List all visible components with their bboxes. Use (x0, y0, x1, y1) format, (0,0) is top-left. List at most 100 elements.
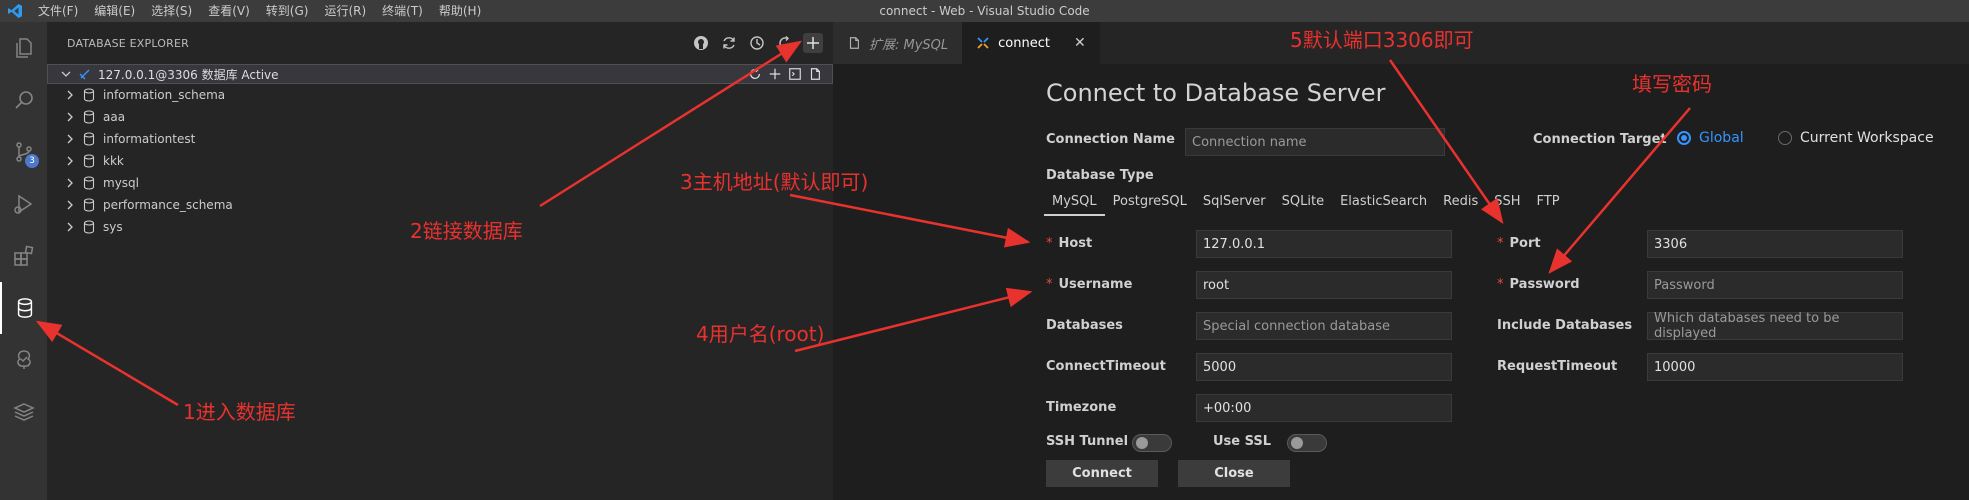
reload-icon[interactable] (775, 33, 795, 53)
dbtype-sqlserver[interactable]: SqlServer (1195, 192, 1274, 216)
connect-form: Connect to Database Server Connection Na… (833, 64, 1969, 500)
dbtype-sqlite[interactable]: SQLite (1274, 192, 1332, 216)
menu-edit[interactable]: 编辑(E) (86, 0, 143, 22)
timezone-input[interactable]: +00:00 (1196, 394, 1452, 422)
request-timeout-input[interactable]: 10000 (1647, 353, 1903, 381)
connect-button[interactable]: Connect (1046, 460, 1158, 487)
connect-timeout-label: ConnectTimeout (1046, 359, 1166, 374)
dbtype-elasticsearch[interactable]: ElasticSearch (1332, 192, 1435, 216)
menu-go[interactable]: 转到(G) (258, 0, 317, 22)
add-icon[interactable] (768, 67, 782, 81)
refresh-icon[interactable] (719, 33, 739, 53)
menu-help[interactable]: 帮助(H) (431, 0, 489, 22)
databases-input[interactable]: Special connection database (1196, 312, 1452, 340)
dbtype-ssh[interactable]: SSH (1486, 192, 1528, 216)
radio-global[interactable]: Global (1677, 130, 1744, 146)
search-icon[interactable] (0, 74, 47, 126)
history-icon[interactable] (747, 33, 767, 53)
tab-connect[interactable]: connect ✕ (962, 22, 1100, 64)
connection-row[interactable]: 127.0.0.1@3306 数据库 Active (47, 64, 833, 84)
dbtype-redis[interactable]: Redis (1435, 192, 1486, 216)
explorer-icon[interactable] (0, 22, 47, 74)
chevron-right-icon (67, 112, 73, 122)
tree-item-label: performance_schema (103, 198, 233, 212)
tree-item-label: information_schema (103, 88, 226, 102)
database-item-icon (83, 220, 95, 234)
radio-checked-icon (1677, 131, 1691, 145)
host-input[interactable]: 127.0.0.1 (1196, 230, 1452, 258)
port-label: * Port (1497, 236, 1541, 251)
database-item-icon (83, 154, 95, 168)
username-label: * Username (1046, 277, 1133, 292)
database-item-icon (83, 110, 95, 124)
sidebar-title: DATABASE EXPLORER (67, 36, 189, 50)
database-type-tabs: MySQL PostgreSQL SqlServer SQLite Elasti… (1044, 192, 1568, 216)
annotation-connect-database: 2链接数据库 (410, 219, 523, 243)
menu-terminal[interactable]: 终端(T) (374, 0, 431, 22)
request-timeout-label: RequestTimeout (1497, 359, 1618, 374)
scm-badge: 3 (25, 154, 39, 168)
close-icon[interactable]: ✕ (1074, 35, 1086, 51)
include-databases-label: Include Databases (1497, 318, 1633, 333)
menu-run[interactable]: 运行(R) (316, 0, 374, 22)
connect-icon (977, 37, 989, 49)
github-icon[interactable] (691, 33, 711, 53)
annotation-host-address: 3主机地址(默认即可) (680, 170, 869, 194)
radio-current-workspace[interactable]: Current Workspace (1778, 130, 1934, 146)
use-ssl-toggle[interactable] (1287, 434, 1327, 452)
terminal-icon[interactable] (788, 67, 802, 81)
menu-view[interactable]: 查看(V) (200, 0, 258, 22)
vscode-logo-icon (0, 0, 30, 22)
database-item-icon (83, 198, 95, 212)
annotation-username: 4用户名(root) (696, 322, 825, 346)
radio-global-label: Global (1699, 130, 1744, 146)
ssh-tunnel-toggle[interactable] (1132, 434, 1172, 452)
database-item-icon (83, 132, 95, 146)
use-ssl-label: Use SSL (1213, 434, 1272, 449)
dbtype-mysql[interactable]: MySQL (1044, 192, 1105, 216)
chevron-right-icon (67, 90, 73, 100)
password-input[interactable]: Password (1647, 271, 1903, 299)
timezone-label: Timezone (1046, 400, 1117, 415)
database-item-icon (83, 176, 95, 190)
host-label: * Host (1046, 236, 1093, 251)
refresh-connection-icon[interactable] (748, 67, 762, 81)
extensions-icon[interactable] (0, 230, 47, 282)
run-debug-icon[interactable] (0, 178, 47, 230)
connection-name-input[interactable]: Connection name (1185, 128, 1445, 156)
tab-label: 扩展: MySQL (869, 37, 949, 53)
connection-icon (79, 69, 90, 80)
tree-item-label: kkk (103, 154, 124, 168)
username-input[interactable]: root (1196, 271, 1452, 299)
connection-target-label: Connection Target (1533, 132, 1667, 147)
menu-file[interactable]: 文件(F) (30, 0, 86, 22)
chevron-right-icon (67, 200, 73, 210)
add-connection-button[interactable] (803, 33, 823, 53)
connection-name-label: Connection Name (1046, 132, 1175, 147)
tab-label: connect (998, 35, 1050, 51)
tab-extension-mysql[interactable]: 扩展: MySQL (833, 22, 963, 64)
tree-item-database[interactable]: performance_schema (47, 194, 833, 216)
radio-workspace-label: Current Workspace (1800, 130, 1934, 146)
title-bar: 文件(F) 编辑(E) 选择(S) 查看(V) 转到(G) 运行(R) 终端(T… (0, 0, 1969, 22)
tree-item-label: mysql (103, 176, 139, 190)
tree-item-database[interactable]: aaa (47, 106, 833, 128)
radio-unchecked-icon (1778, 131, 1792, 145)
source-control-icon[interactable]: 3 (0, 126, 47, 178)
chevron-right-icon (67, 134, 73, 144)
port-input[interactable]: 3306 (1647, 230, 1903, 258)
layers-icon[interactable] (0, 386, 47, 438)
new-file-icon[interactable] (808, 67, 822, 81)
menu-selection[interactable]: 选择(S) (143, 0, 200, 22)
testing-icon[interactable] (0, 334, 47, 386)
dbtype-ftp[interactable]: FTP (1529, 192, 1568, 216)
tree-item-database[interactable]: informationtest (47, 128, 833, 150)
connect-timeout-input[interactable]: 5000 (1196, 353, 1452, 381)
close-button[interactable]: Close (1178, 460, 1290, 487)
database-icon[interactable] (0, 282, 47, 334)
tree-item-database[interactable]: information_schema (47, 84, 833, 106)
annotation-fill-password: 填写密码 (1632, 72, 1712, 96)
page-title: Connect to Database Server (1046, 79, 1386, 107)
include-databases-input[interactable]: Which databases need to be displayed (1647, 311, 1903, 341)
dbtype-postgresql[interactable]: PostgreSQL (1105, 192, 1195, 216)
